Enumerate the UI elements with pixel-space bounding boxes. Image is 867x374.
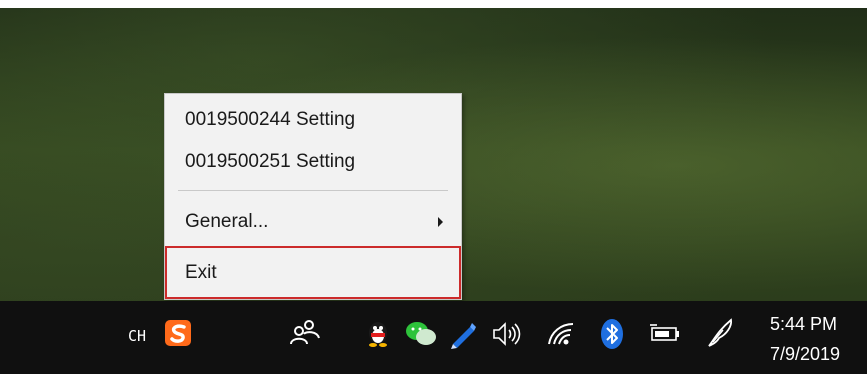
menu-item-exit[interactable]: Exit [165, 246, 461, 299]
volume-icon[interactable] [490, 319, 524, 349]
menu-item-label: Exit [185, 262, 217, 283]
battery-icon[interactable] [648, 321, 684, 347]
menu-item-label: 0019500251 Setting [185, 151, 356, 172]
menu-item-setting-0019500244[interactable]: 0019500244 Setting [165, 100, 461, 140]
pen-icon[interactable] [446, 318, 478, 350]
sogou-input-icon[interactable] [163, 318, 195, 350]
submenu-arrow-icon [438, 217, 443, 227]
qq-penguin-icon[interactable] [362, 316, 394, 350]
menu-item-general[interactable]: General... [165, 202, 461, 242]
menu-item-label: General... [185, 211, 269, 232]
menu-item-label: 0019500244 Setting [185, 109, 356, 130]
bluetooth-icon[interactable] [599, 317, 625, 351]
clock-time: 5:44 PM [770, 314, 838, 334]
people-icon[interactable] [288, 316, 322, 350]
clock-date: 7/9/2019 [770, 344, 841, 364]
system-clock[interactable]: 5:44 PM 7/9/2019 [770, 309, 864, 369]
feather-pen-icon[interactable] [705, 316, 737, 350]
wifi-icon[interactable] [545, 318, 577, 350]
menu-item-setting-0019500251[interactable]: 0019500251 Setting [165, 142, 461, 182]
menu-separator [178, 190, 448, 191]
wechat-icon[interactable] [403, 318, 439, 350]
input-method-indicator[interactable]: CH [128, 327, 146, 345]
tray-context-menu: 0019500244 Setting 0019500251 Setting Ge… [164, 93, 462, 300]
screen-top-edge [0, 0, 867, 8]
